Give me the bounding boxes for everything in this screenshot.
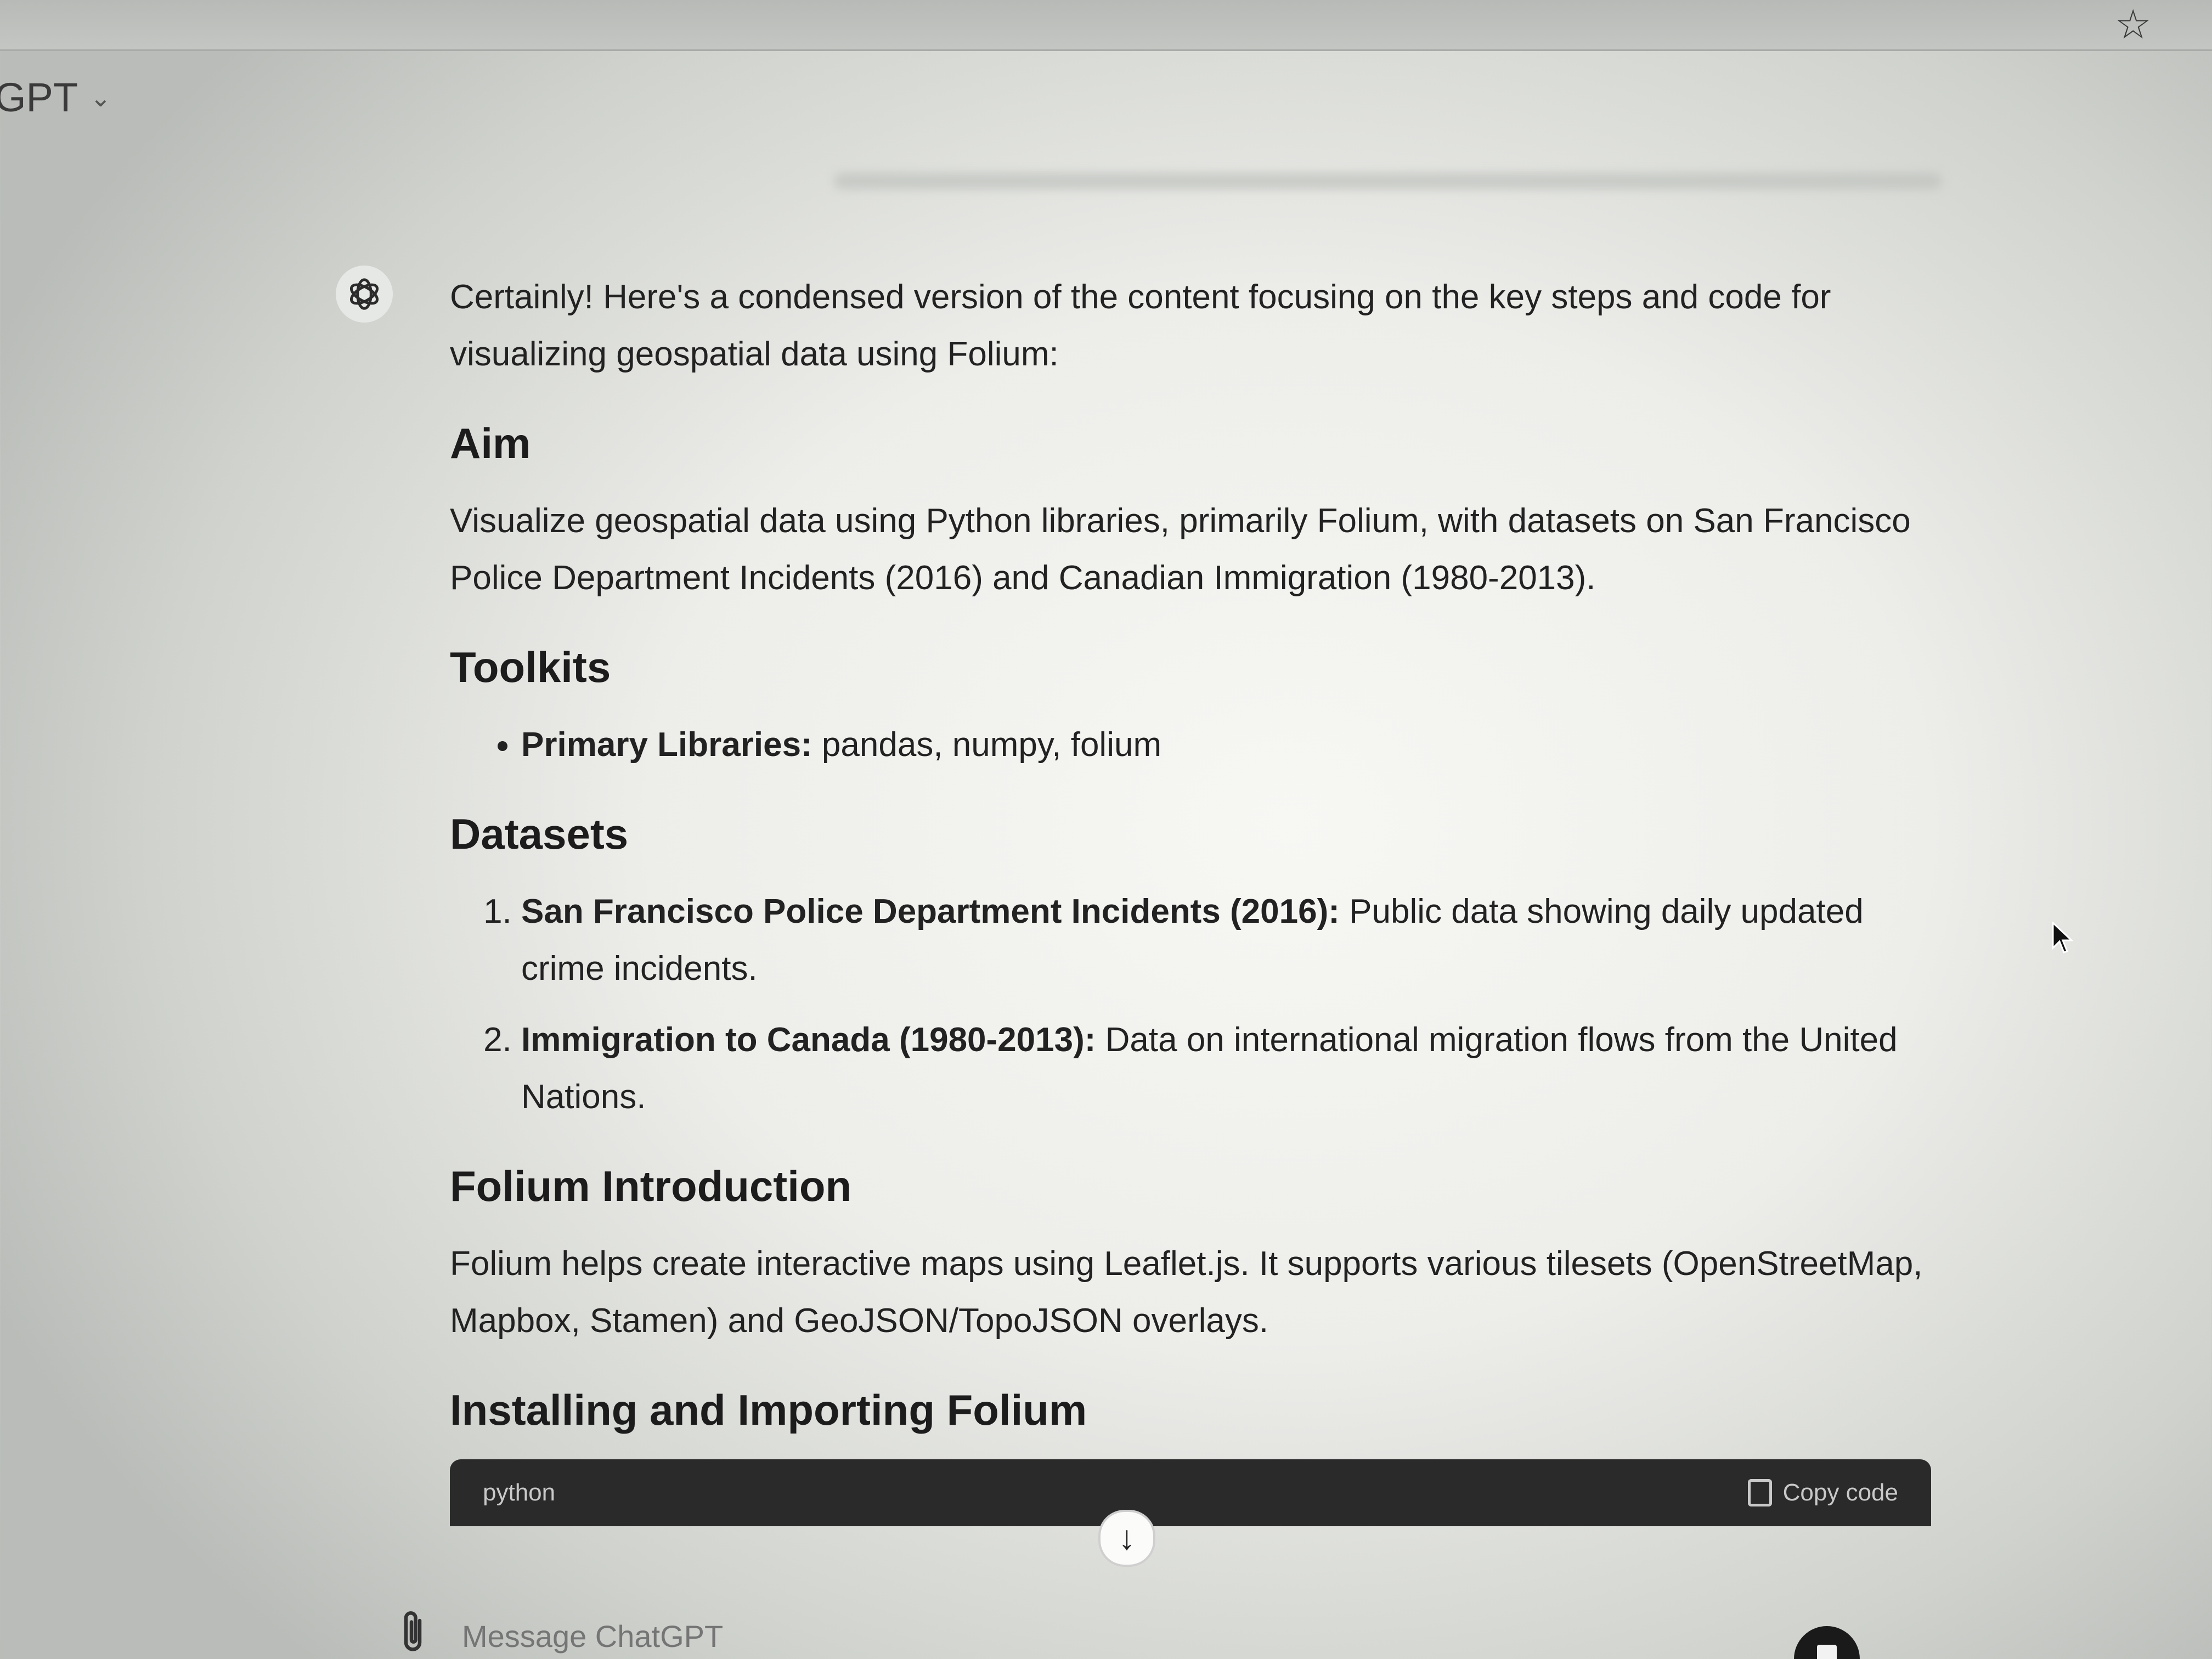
list-item: Immigration to Canada (1980-2013): Data …	[521, 1012, 1931, 1126]
folium-intro-text: Folium helps create interactive maps usi…	[450, 1245, 1923, 1340]
list-item: San Francisco Police Department Incident…	[521, 883, 1931, 997]
list-item-label: San Francisco Police Department Incident…	[521, 893, 1340, 930]
bookmark-star-icon[interactable]: ☆	[2115, 4, 2151, 45]
scroll-to-bottom-button[interactable]: ↓	[1098, 1510, 1155, 1567]
copy-code-label: Copy code	[1782, 1479, 1898, 1506]
model-selector[interactable]: GPT ⌄	[0, 74, 111, 121]
heading-toolkits: Toolkits	[450, 643, 611, 691]
list-item-label: Immigration to Canada (1980-2013):	[521, 1021, 1096, 1059]
stop-icon	[1817, 1645, 1837, 1659]
list-item: Primary Libraries: pandas, numpy, folium	[521, 716, 1931, 774]
code-language-label: python	[483, 1479, 556, 1506]
message-composer	[384, 1610, 1865, 1659]
message-input[interactable]	[461, 1617, 1615, 1655]
assistant-message: Certainly! Here's a condensed version of…	[450, 269, 1931, 1526]
mouse-pointer-icon	[2052, 921, 2074, 960]
paperclip-icon[interactable]	[400, 1610, 428, 1659]
model-name: GPT	[0, 75, 78, 120]
heading-datasets: Datasets	[450, 810, 629, 858]
aim-text: Visualize geospatial data using Python l…	[450, 502, 1911, 597]
arrow-down-icon: ↓	[1118, 1519, 1136, 1557]
chatgpt-logo-icon	[336, 266, 393, 323]
copy-code-button[interactable]: Copy code	[1747, 1464, 1898, 1521]
chevron-down-icon: ⌄	[90, 83, 111, 112]
heading-aim: Aim	[450, 419, 531, 467]
toolkits-list: Primary Libraries: pandas, numpy, folium	[450, 716, 1931, 774]
message-intro: Certainly! Here's a condensed version of…	[450, 278, 1831, 373]
list-item-label: Primary Libraries:	[521, 726, 812, 764]
heading-installing-importing: Installing and Importing Folium	[450, 1386, 1087, 1434]
blurred-previous-message	[834, 173, 1942, 189]
list-item-text: pandas, numpy, folium	[812, 726, 1162, 764]
code-block-header: python Copy code	[450, 1459, 1931, 1526]
browser-top-bar: ☆	[0, 0, 2212, 51]
datasets-list: San Francisco Police Department Incident…	[450, 883, 1931, 1126]
copy-icon	[1747, 1479, 1772, 1506]
heading-folium-introduction: Folium Introduction	[450, 1162, 852, 1210]
